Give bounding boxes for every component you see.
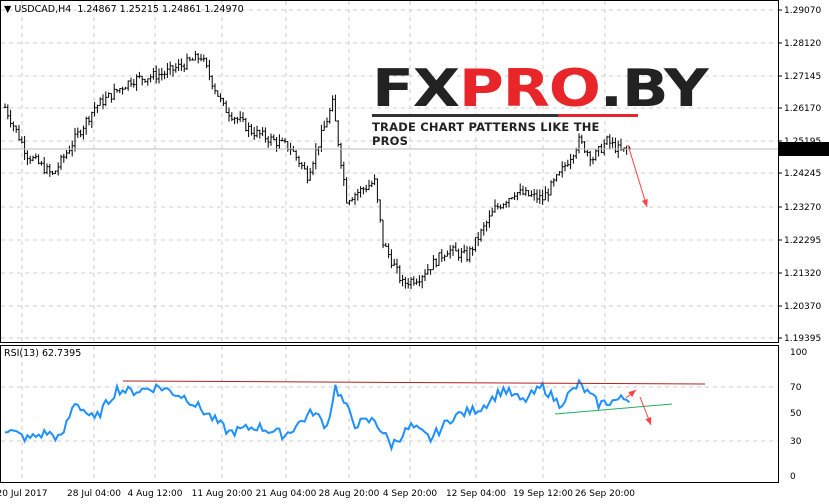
rsi-axis-label: 30 [790, 437, 802, 447]
rsi-axis-label: 0 [790, 472, 796, 482]
rsi-up-arrow-icon-head [628, 390, 636, 398]
time-axis-label: 4 Sep 20:00 [383, 489, 438, 499]
rsi-line [4, 378, 631, 452]
rsi-axis-label: 100 [790, 348, 807, 358]
price-axis-label: 1.23270 [784, 203, 821, 213]
price-axis-label: 1.21320 [784, 269, 821, 279]
price-down-arrow-icon-head [641, 199, 648, 207]
low-value: 1.24861 [162, 4, 202, 15]
rsi-label: RSI(13) 62.7395 [4, 348, 82, 359]
rsi-axis-label: 50 [790, 409, 802, 419]
rsi-support-trendline [554, 403, 673, 415]
rsi-down-arrow-icon-head [645, 417, 652, 425]
symbol-header: ▼ USDCAD,H4 1.24867 1.25215 1.24861 1.24… [4, 4, 244, 15]
time-axis-label: 19 Sep 12:00 [513, 489, 573, 499]
price-axis-label: 1.20370 [784, 302, 821, 312]
price-pane [0, 0, 779, 343]
price-axis-label: 1.26170 [784, 104, 821, 114]
symbol-label: USDCAD,H4 [14, 4, 72, 15]
rsi-axis-label: 70 [790, 383, 802, 393]
open-value: 1.24867 [77, 4, 117, 15]
time-axis-label: 12 Sep 04:00 [446, 489, 506, 499]
current-price-label: 1.24970 [784, 145, 821, 155]
fxpro-logo: FXPRO.BY TRADE CHART PATTERNS LIKE THE P… [372, 59, 709, 148]
price-axis-label: 1.28120 [784, 39, 821, 49]
rsi-resistance-trendline [122, 380, 706, 385]
close-value: 1.24970 [204, 4, 244, 15]
price-axis-label: 1.19395 [784, 334, 821, 344]
time-axis-label: 20 Jul 2017 [0, 489, 47, 499]
time-axis-label: 28 Jul 04:00 [67, 489, 121, 499]
price-axis-label: 1.24245 [784, 169, 821, 179]
price-axis-label: 1.29070 [784, 6, 821, 16]
time-axis-label: 28 Aug 20:00 [319, 489, 380, 499]
price-down-arrow-icon [627, 144, 648, 208]
time-axis-label: 26 Sep 20:00 [575, 489, 635, 499]
high-value: 1.25215 [119, 4, 159, 15]
price-axis-label: 1.22295 [784, 236, 821, 246]
time-axis-label: 21 Aug 04:00 [256, 489, 317, 499]
price-axis-label: 1.27145 [784, 72, 821, 82]
time-axis-label: 4 Aug 12:00 [128, 489, 183, 499]
rsi-pane [0, 345, 779, 483]
time-axis-label: 11 Aug 20:00 [192, 489, 253, 499]
